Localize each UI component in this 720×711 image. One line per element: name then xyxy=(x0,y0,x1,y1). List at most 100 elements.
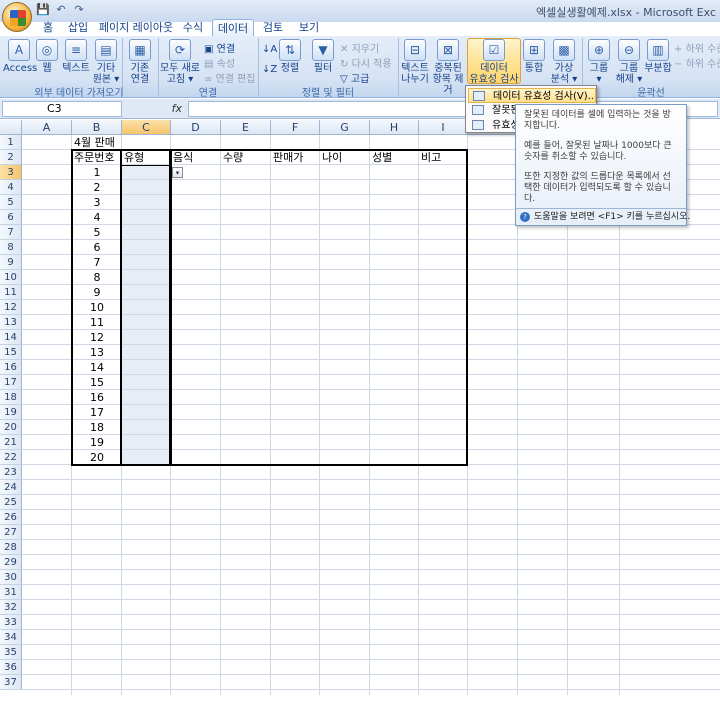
other-sources-button[interactable]: ▤ 기타 원본 ▾ xyxy=(92,39,120,85)
undo-icon[interactable]: ↶ xyxy=(54,3,68,17)
column-header-d[interactable]: D xyxy=(171,120,221,135)
properties-button[interactable]: ▤ 속성 xyxy=(204,55,235,70)
row-header-18[interactable]: 18 xyxy=(0,390,22,405)
row-header-31[interactable]: 31 xyxy=(0,585,22,600)
row-header-17[interactable]: 17 xyxy=(0,375,22,390)
tab-review[interactable]: 검토 xyxy=(258,19,288,36)
row-header-11[interactable]: 11 xyxy=(0,285,22,300)
column-header-c[interactable]: C xyxy=(122,120,171,135)
redo-icon[interactable]: ↷ xyxy=(72,3,86,17)
tab-insert[interactable]: 삽입 xyxy=(62,19,94,36)
minus-icon: − xyxy=(674,59,686,70)
column-header-e[interactable]: E xyxy=(221,120,271,135)
gridline xyxy=(22,614,720,615)
save-icon[interactable]: 💾 xyxy=(36,3,50,17)
sheet-title-cell[interactable]: 4월 판매 xyxy=(74,135,120,150)
tooltip-text: 또한 지정한 값의 드롭다운 목록에서 선택한 데이터가 입력되도록 할 수 있… xyxy=(524,172,671,204)
column-header-i[interactable]: I xyxy=(419,120,468,135)
row-header-34[interactable]: 34 xyxy=(0,630,22,645)
row-header-23[interactable]: 23 xyxy=(0,465,22,480)
menu-item-data-validation[interactable]: 데이터 유효성 검사(V)... xyxy=(468,88,596,103)
filter-button[interactable]: ▼ 필터 xyxy=(310,39,336,74)
sort-ascending-button[interactable]: ↓A xyxy=(262,44,277,55)
row-header-7[interactable]: 7 xyxy=(0,225,22,240)
validation-dropdown-arrow-icon[interactable]: ▾ xyxy=(172,167,183,178)
row-header-9[interactable]: 9 xyxy=(0,255,22,270)
web-button[interactable]: ◎ 웹 xyxy=(36,39,58,74)
text-to-columns-icon: ⊟ xyxy=(404,39,426,61)
row-header-24[interactable]: 24 xyxy=(0,480,22,495)
group-button[interactable]: ⊕ 그룹 ▾ xyxy=(584,39,614,85)
text-button[interactable]: ≡ 텍스트 xyxy=(60,39,92,74)
column-header-f[interactable]: F xyxy=(271,120,320,135)
row-header-16[interactable]: 16 xyxy=(0,360,22,375)
select-all-corner[interactable] xyxy=(0,120,22,135)
column-header-b[interactable]: B xyxy=(72,120,122,135)
gridline xyxy=(22,554,720,555)
row-header-21[interactable]: 21 xyxy=(0,435,22,450)
office-button[interactable] xyxy=(2,2,32,32)
text-file-icon: ≡ xyxy=(65,39,87,61)
row-header-37[interactable]: 37 xyxy=(0,675,22,690)
hide-detail-button[interactable]: − 하위 수준 xyxy=(674,55,720,70)
remove-duplicates-button[interactable]: ⊠ 중복된 항목 제거 xyxy=(430,39,466,96)
row-header-4[interactable]: 4 xyxy=(0,180,22,195)
row-header-19[interactable]: 19 xyxy=(0,405,22,420)
tab-formulas[interactable]: 수식 xyxy=(178,19,208,36)
tab-view[interactable]: 보기 xyxy=(294,19,324,36)
row-header-10[interactable]: 10 xyxy=(0,270,22,285)
edit-links-button[interactable]: ∞ 연결 편집 xyxy=(204,70,256,85)
tooltip-text: 예를 들어, 잘못된 날짜나 1000보다 큰 숫자를 취소할 수 있습니다. xyxy=(524,141,672,162)
advanced-filter-button[interactable]: ▽ 고급 xyxy=(340,70,369,85)
row-header-20[interactable]: 20 xyxy=(0,420,22,435)
access-button[interactable]: A Access xyxy=(3,39,37,74)
row-header-30[interactable]: 30 xyxy=(0,570,22,585)
what-if-button[interactable]: ▩ 가상 분석 ▾ xyxy=(548,39,580,85)
row-header-26[interactable]: 26 xyxy=(0,510,22,525)
row-header-13[interactable]: 13 xyxy=(0,315,22,330)
row-header-29[interactable]: 29 xyxy=(0,555,22,570)
existing-connections-button[interactable]: ▦ 기존 연결 xyxy=(124,39,156,85)
clear-filter-button[interactable]: ✕ 지우기 xyxy=(340,40,379,55)
sort-button[interactable]: ⇅ 정렬 xyxy=(278,39,302,74)
row-header-6[interactable]: 6 xyxy=(0,210,22,225)
row-header-2[interactable]: 2 xyxy=(0,150,22,165)
row-header-25[interactable]: 25 xyxy=(0,495,22,510)
ungroup-button[interactable]: ⊖ 그룹 해제 ▾ xyxy=(614,39,644,85)
data-validation-button[interactable]: ☑데이터유효성 검사 ▾ xyxy=(467,38,521,96)
row-header-8[interactable]: 8 xyxy=(0,240,22,255)
row-header-22[interactable]: 22 xyxy=(0,450,22,465)
refresh-icon: ⟳ xyxy=(169,39,191,61)
row-header-1[interactable]: 1 xyxy=(0,135,22,150)
row-header-5[interactable]: 5 xyxy=(0,195,22,210)
reapply-button[interactable]: ↻ 다시 적용 xyxy=(340,55,392,70)
row-header-33[interactable]: 33 xyxy=(0,615,22,630)
row-header-36[interactable]: 36 xyxy=(0,660,22,675)
data-validation-icon xyxy=(473,91,485,101)
name-box[interactable]: C3 xyxy=(2,101,122,117)
sort-icon: ⇅ xyxy=(279,39,301,61)
column-header-g[interactable]: G xyxy=(320,120,370,135)
row-header-28[interactable]: 28 xyxy=(0,540,22,555)
insert-function-icon[interactable]: fx xyxy=(130,101,186,117)
row-header-35[interactable]: 35 xyxy=(0,645,22,660)
row-header-15[interactable]: 15 xyxy=(0,345,22,360)
row-header-14[interactable]: 14 xyxy=(0,330,22,345)
connections-button[interactable]: ▣ 연결 xyxy=(204,40,235,55)
row-header-32[interactable]: 32 xyxy=(0,600,22,615)
subtotal-button[interactable]: ▥ 부분합 xyxy=(644,39,672,74)
tab-page-layout[interactable]: 페이지 레이아웃 xyxy=(98,19,174,36)
row-header-27[interactable]: 27 xyxy=(0,525,22,540)
refresh-all-button[interactable]: ⟳ 모두 새로 고침 ▾ xyxy=(160,39,200,85)
column-header-a[interactable]: A xyxy=(22,120,72,135)
tab-home[interactable]: 홈 xyxy=(36,19,60,36)
column-header-h[interactable]: H xyxy=(370,120,419,135)
show-detail-button[interactable]: + 하위 수준 xyxy=(674,40,720,55)
row-header-3[interactable]: 3 xyxy=(0,165,22,180)
consolidate-button[interactable]: ⊞ 통합 xyxy=(522,39,546,74)
row-header-12[interactable]: 12 xyxy=(0,300,22,315)
tab-data[interactable]: 데이터 xyxy=(212,19,254,36)
gridline xyxy=(22,494,720,495)
sort-descending-button[interactable]: ↓Z xyxy=(262,64,277,75)
text-to-columns-button[interactable]: ⊟ 텍스트 나누기 xyxy=(400,39,430,85)
